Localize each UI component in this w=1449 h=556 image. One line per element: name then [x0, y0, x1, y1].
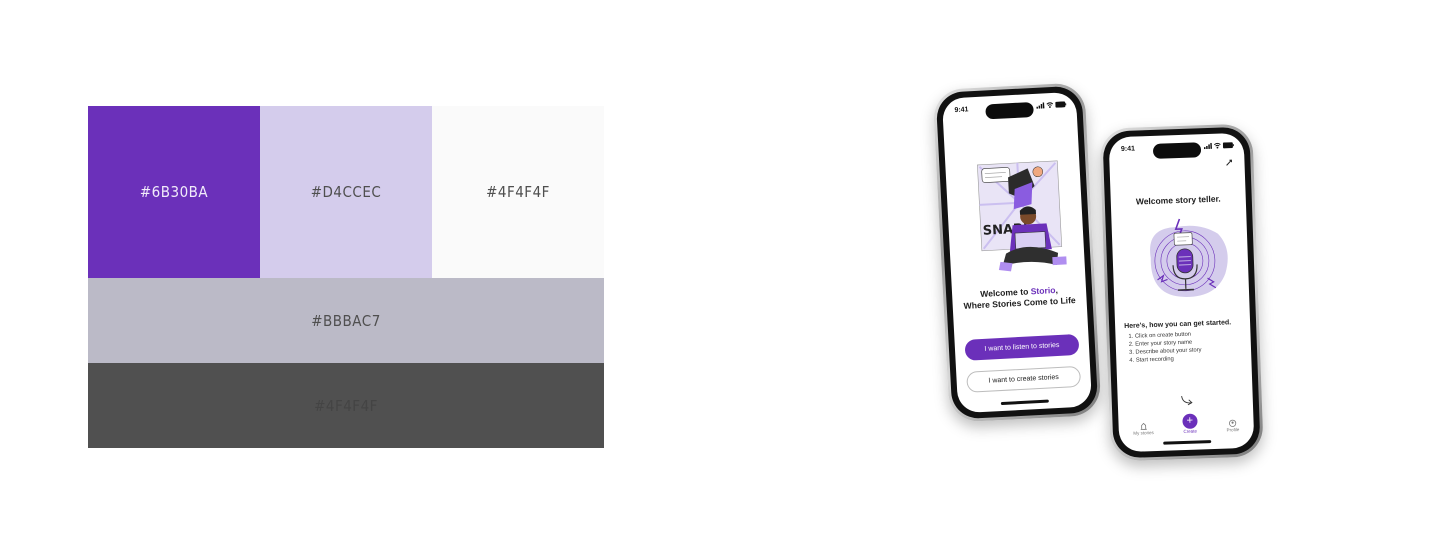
status-time: 9:41 [1120, 145, 1136, 154]
settings-icon[interactable] [1225, 159, 1232, 166]
getting-started-steps: 1. Click on create button 2. Enter your … [1128, 330, 1202, 365]
swatch-primary-purple: #6B30BA [88, 106, 260, 278]
bottom-tab-bar: My stories + Create Profile [1118, 402, 1254, 437]
battery-icon [1055, 101, 1067, 108]
tab-label: My stories [1133, 430, 1154, 436]
tab-label: Create [1183, 428, 1198, 435]
microphone-illustration [1150, 218, 1228, 297]
welcome-suffix: , [1055, 284, 1059, 296]
phone-bezel: 9:41 SNAP! Welcome to Storio, Where Stor… [935, 85, 1099, 420]
phone-screen: 9:41 Welcome story teller. Here's, how y… [1108, 132, 1255, 453]
swatch-off-white: #4F4F4F [432, 106, 604, 278]
tab-profile[interactable]: Profile [1226, 419, 1240, 433]
welcome-heading: Welcome to Storio, Where Stories Come to… [952, 283, 1087, 312]
plus-icon[interactable]: + [1182, 413, 1198, 430]
tab-my-stories[interactable]: My stories [1133, 422, 1154, 436]
signal-icon [1203, 142, 1213, 150]
swatch-label: #4F4F4F [314, 396, 378, 415]
phone-mockup-welcome: 9:41 SNAP! Welcome to Storio, Where Stor… [932, 82, 1102, 423]
signal-icon [1036, 102, 1045, 109]
swatch-label: #4F4F4F [486, 183, 550, 201]
welcome-storyteller-title: Welcome story teller. [1135, 193, 1221, 207]
step-item: 4. Start recording [1129, 356, 1174, 364]
home-indicator [1000, 399, 1049, 406]
tab-create[interactable]: + Create [1182, 413, 1198, 435]
tab-label: Profile [1226, 427, 1240, 433]
status-icons [1036, 101, 1067, 109]
person-reading-comic-illustration: SNAP! [977, 160, 1067, 272]
home-indicator [1162, 440, 1211, 445]
battery-icon [1222, 142, 1234, 149]
swatch-grey-lavender: #BBBAC7 [88, 278, 604, 363]
wifi-icon [1046, 102, 1054, 108]
brand-name: Storio [1030, 285, 1056, 297]
phone-screen: 9:41 SNAP! Welcome to Storio, Where Stor… [941, 91, 1093, 414]
swatch-label: #BBBAC7 [311, 311, 381, 330]
swatch-label: #D4CCEC [310, 183, 382, 201]
swatch-light-lavender: #D4CCEC [260, 106, 432, 278]
create-stories-button[interactable]: I want to create stories [966, 365, 1082, 393]
listen-stories-button[interactable]: I want to listen to stories [964, 333, 1080, 361]
swatch-dark-grey: #4F4F4F [88, 363, 604, 448]
phone-bezel: 9:41 Welcome story teller. Here's, how y… [1102, 126, 1261, 459]
swatch-label: #6B30BA [139, 183, 209, 201]
phone-mockup-create: 9:41 Welcome story teller. Here's, how y… [1099, 123, 1264, 462]
status-icons [1203, 142, 1234, 150]
wifi-icon [1214, 142, 1221, 149]
dynamic-island [1152, 142, 1201, 159]
status-time: 9:41 [954, 106, 969, 115]
dynamic-island [985, 101, 1034, 120]
get-started-subtitle: Here's, how you can get started. [1124, 319, 1232, 331]
